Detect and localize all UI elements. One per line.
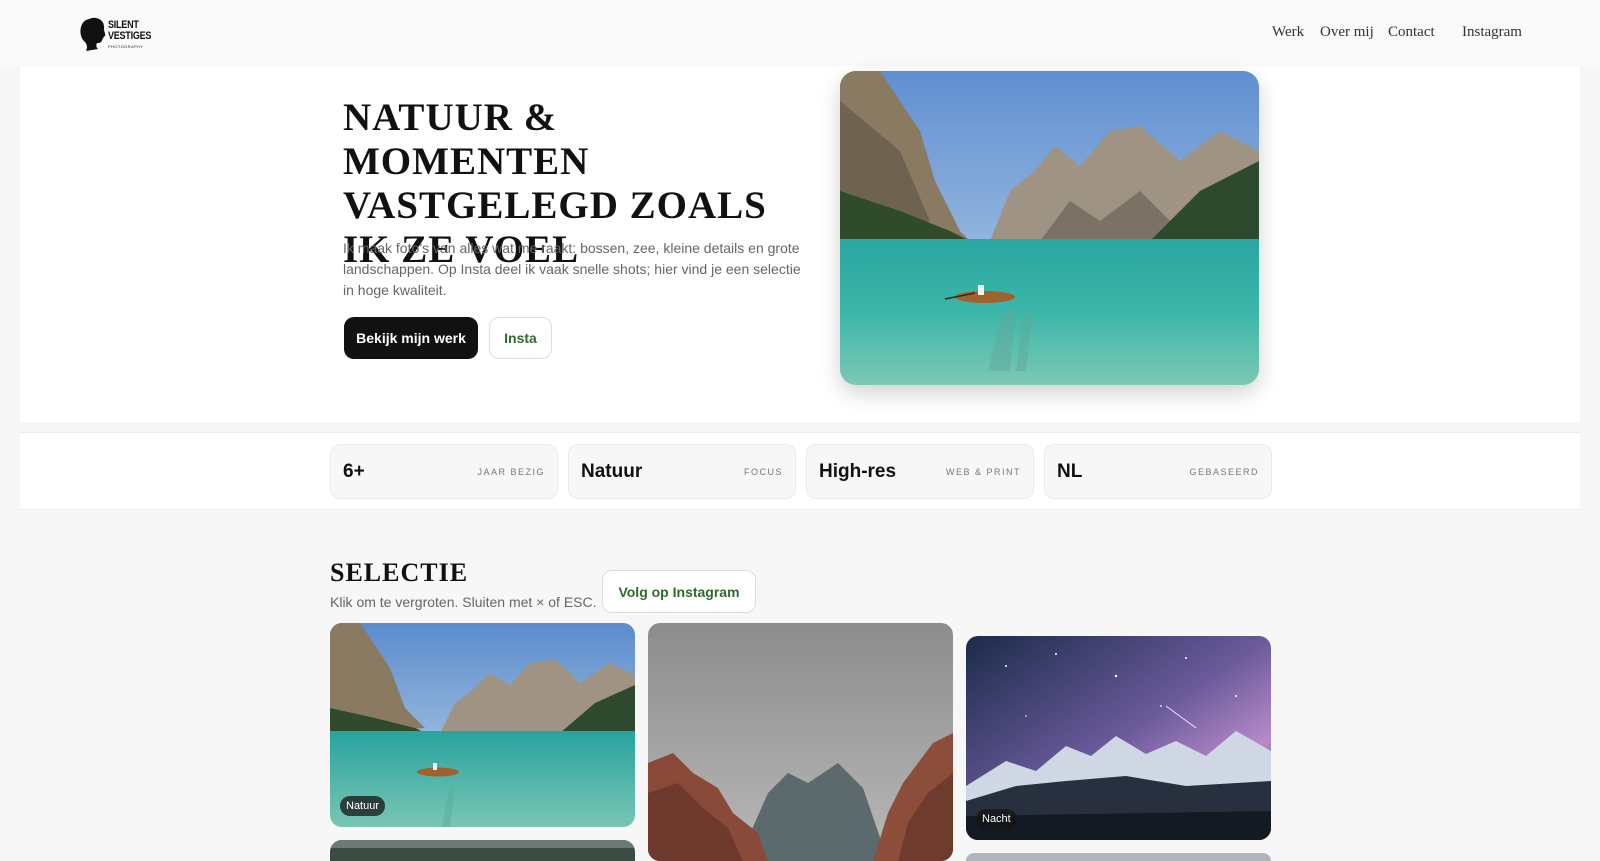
stat-card: 6+ JAAR BEZIG [330,444,558,499]
gallery-item-forest[interactable] [330,840,635,861]
header: SILENT VESTIGES PHOTOGRAPHY Werk Over mi… [0,0,1600,66]
section-subtitle: Klik om te vergroten. Sluiten met × of E… [330,594,597,610]
section-title: SELECTIE [330,558,469,587]
stat-value: 6+ [343,461,365,482]
category-badge: Natuur [340,796,386,816]
stat-label: GEBASEERD [1189,467,1259,477]
nav-link-instagram[interactable]: Instagram [1462,24,1522,41]
follow-instagram-button[interactable]: Volg op Instagram [602,570,756,613]
nav-link-werk[interactable]: Werk [1272,24,1304,41]
gallery-item-peek[interactable] [966,853,1271,861]
stat-label: JAAR BEZIG [477,467,545,477]
logo[interactable]: SILENT VESTIGES PHOTOGRAPHY [78,14,152,52]
stat-label: FOCUS [744,467,783,477]
nav-link-contact[interactable]: Contact [1388,24,1435,41]
stat-value: High-res [819,461,897,482]
silhouette-logo-icon [80,17,106,52]
gallery-item-lake[interactable]: Natuur [330,623,635,827]
stats-band [20,432,1580,510]
stat-value: Natuur [581,461,643,482]
stat-card: Natuur FOCUS [568,444,796,499]
stat-card: NL GEBASEERD [1044,444,1272,499]
gallery-item-canyon[interactable] [648,623,953,861]
stat-label: WEB & PRINT [945,467,1021,477]
hero-photo-lake [840,71,1259,385]
stat-card: High-res WEB & PRINT [806,444,1034,499]
nav-link-over-mij[interactable]: Over mij [1320,24,1374,41]
category-badge: Nacht [976,809,1017,829]
gallery-item-night[interactable]: Nacht [966,636,1271,840]
stat-value: NL [1057,461,1083,482]
logo-line-3: PHOTOGRAPHY [108,44,144,49]
insta-button[interactable]: Insta [489,317,552,359]
view-work-button[interactable]: Bekijk mijn werk [344,317,478,359]
hero-description: Ik maak foto’s van alles wat me raakt: b… [343,240,801,298]
logo-line-2: VESTIGES [108,30,152,42]
